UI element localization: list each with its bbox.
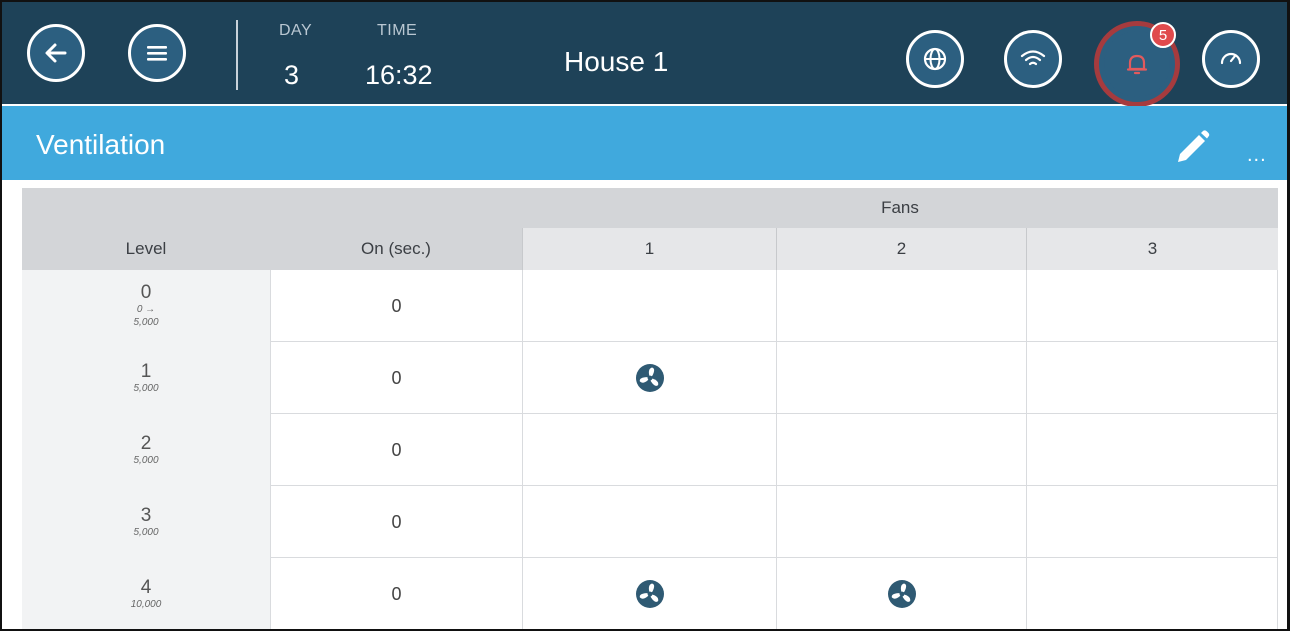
globe-icon	[923, 47, 947, 71]
header-divider	[236, 20, 238, 90]
on-time-cell: 0	[270, 558, 522, 629]
table-row[interactable]: 3 5,000 0	[22, 486, 1278, 558]
time-value: 16:32	[365, 60, 433, 90]
level-number: 0	[140, 282, 152, 303]
on-time-cell: 0	[270, 342, 522, 414]
network-button[interactable]	[1004, 30, 1062, 88]
language-button[interactable]	[906, 30, 964, 88]
more-options-button[interactable]: ...	[1247, 144, 1267, 167]
fan-3-cell	[1026, 342, 1278, 414]
house-title: House 1	[564, 46, 669, 77]
level-arrow: 0 →	[136, 304, 156, 315]
fan-3-cell	[1026, 414, 1278, 486]
on-time-cell: 0	[270, 270, 522, 342]
fan-1-cell	[522, 270, 776, 342]
back-button[interactable]	[27, 24, 85, 82]
table-row[interactable]: 4 10,000 0	[22, 558, 1278, 629]
level-number: 1	[140, 360, 152, 382]
level-number: 4	[140, 576, 152, 598]
level-cell: 0 0 → 5,000	[22, 270, 270, 342]
fan-3-cell	[1026, 558, 1278, 629]
fan-2-cell	[776, 414, 1026, 486]
fan-2-cell	[776, 270, 1026, 342]
level-target: 5,000	[133, 526, 159, 538]
fan-1-cell	[522, 486, 776, 558]
on-column-header: On (sec.)	[361, 239, 431, 258]
hamburger-menu-icon	[147, 46, 167, 61]
level-number: 3	[140, 504, 152, 526]
bell-icon	[1126, 54, 1148, 75]
table-row[interactable]: 1 5,000 0	[22, 342, 1278, 414]
top-bar: DAY 3 TIME 16:32 House 1 5	[2, 2, 1287, 107]
fan-icon	[635, 580, 664, 608]
section-header: Ventilation ...	[2, 106, 1287, 180]
on-time-cell: 0	[270, 486, 522, 558]
level-cell: 2 5,000	[22, 414, 270, 486]
fan-icon	[635, 364, 664, 392]
fan-3-column-header: 3	[1026, 228, 1278, 270]
level-number: 2	[140, 432, 152, 454]
page-title: Ventilation	[36, 129, 166, 160]
fan-icon	[887, 580, 916, 608]
fan-2-column-header: 2	[776, 228, 1026, 270]
fan-3-cell	[1026, 270, 1278, 342]
day-label: DAY	[279, 22, 313, 39]
level-target: 5,000	[133, 454, 159, 466]
level-cell: 3 5,000	[22, 486, 270, 558]
level-cell: 4 10,000	[22, 558, 270, 629]
day-value: 3	[284, 60, 300, 90]
fans-group-header: Fans	[881, 198, 919, 217]
fan-3-cell	[1026, 486, 1278, 558]
alarm-count-badge: 5	[1150, 22, 1176, 48]
level-target: 5,000	[133, 382, 159, 394]
fan-1-column-header: 1	[522, 228, 776, 270]
fan-2-cell	[776, 342, 1026, 414]
app-window: DAY 3 TIME 16:32 House 1 5 Ventilation .…	[0, 0, 1290, 631]
gauge-icon	[1220, 52, 1242, 65]
level-target: 5,000	[133, 317, 159, 328]
fan-1-cell	[522, 414, 776, 486]
arrow-left-icon	[45, 43, 67, 63]
time-label: TIME	[377, 22, 418, 39]
table-row[interactable]: 0 0 → 5,000 0	[22, 270, 1278, 342]
fan-1-cell[interactable]	[522, 558, 776, 629]
fan-2-cell	[776, 486, 1026, 558]
wifi-icon	[1020, 50, 1046, 66]
on-time-cell: 0	[270, 414, 522, 486]
level-column-header: Level	[125, 239, 167, 258]
fan-2-cell[interactable]	[776, 558, 1026, 629]
table-group-header-row: Fans	[22, 188, 1278, 228]
pencil-icon[interactable]	[1172, 128, 1212, 168]
menu-button[interactable]	[128, 24, 186, 82]
fan-1-cell[interactable]	[522, 342, 776, 414]
dashboard-button[interactable]	[1202, 30, 1260, 88]
level-cell: 1 5,000	[22, 342, 270, 414]
level-target: 10,000	[130, 598, 162, 610]
table-row[interactable]: 2 5,000 0	[22, 414, 1278, 486]
